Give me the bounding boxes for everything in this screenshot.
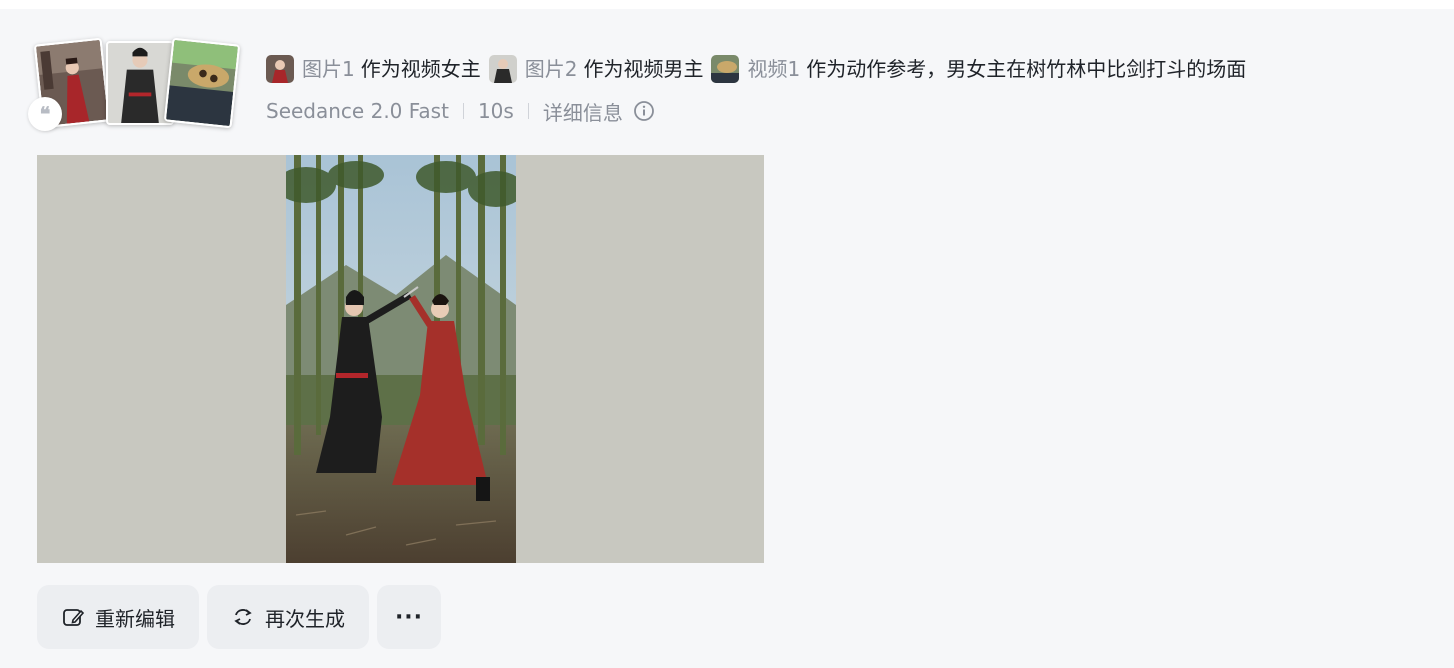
meta-divider — [462, 103, 464, 119]
video-player[interactable] — [37, 155, 764, 563]
ref-label-video-1[interactable]: 视频1 — [747, 53, 800, 85]
refresh-icon — [231, 605, 255, 629]
generation-card: ❝ 图片1 作为视频女主 图片2 作为视频男主 视频1 作为动作参考，男女主在树… — [0, 9, 1454, 668]
regenerate-button[interactable]: 再次生成 — [207, 585, 369, 649]
ref-label-image-1[interactable]: 图片1 — [302, 53, 355, 85]
video-frame[interactable] — [286, 155, 516, 563]
reference-video-1-thumb[interactable] — [163, 37, 241, 129]
prompt-line: 图片1 作为视频女主 图片2 作为视频男主 视频1 作为动作参考，男女主在树竹林… — [266, 53, 1254, 85]
top-strip — [0, 0, 1454, 9]
ref-label-image-2[interactable]: 图片2 — [525, 53, 578, 85]
more-icon: ··· — [394, 604, 424, 630]
meta-divider — [527, 103, 529, 119]
prompt-segment-3: 作为动作参考，男女主在树竹林中比剑打斗的场面 — [806, 57, 1247, 81]
info-icon[interactable] — [633, 100, 655, 122]
reference-thumbnails[interactable]: ❝ — [28, 37, 242, 139]
video-thumb-icon — [711, 55, 740, 83]
actor-thumb-icon — [488, 55, 517, 83]
details-link[interactable]: 详细信息 — [543, 97, 623, 126]
duration: 10s — [477, 99, 514, 123]
reedit-button[interactable]: 重新编辑 — [37, 585, 199, 649]
edit-icon — [61, 605, 85, 629]
model-name: Seedance 2.0 Fast — [266, 99, 449, 123]
actress-thumb-icon — [266, 55, 294, 83]
prompt-segment-2: 作为视频男主 — [583, 57, 704, 81]
reedit-label: 重新编辑 — [95, 606, 175, 631]
generation-meta: Seedance 2.0 Fast 10s 详细信息 — [266, 95, 655, 127]
regenerate-label: 再次生成 — [265, 606, 345, 631]
quote-icon: ❝ — [28, 97, 62, 131]
more-options-button[interactable]: ··· — [377, 585, 441, 649]
prompt-segment-1: 作为视频女主 — [360, 57, 481, 81]
action-bar: 重新编辑 再次生成 ··· — [37, 585, 441, 649]
